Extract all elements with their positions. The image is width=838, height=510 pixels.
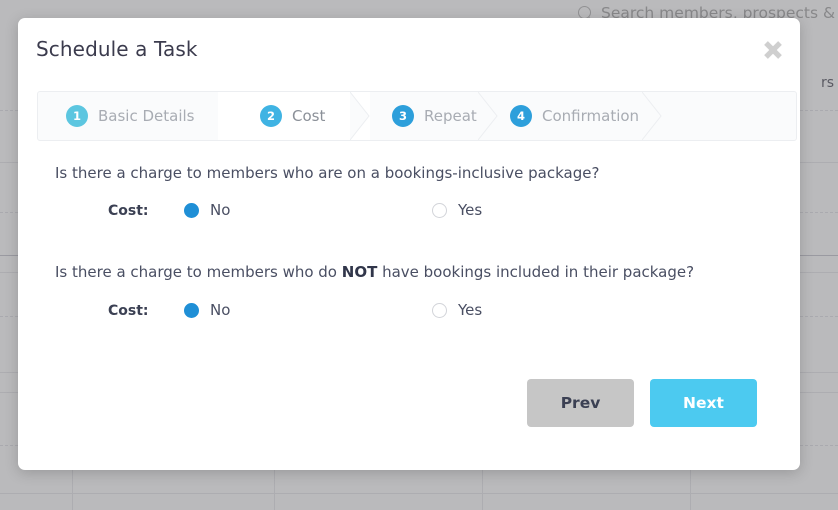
step-number-badge: 4 <box>510 105 532 127</box>
option-label: No <box>210 201 231 219</box>
radio-unselected-icon <box>432 202 447 218</box>
question-2-text-before: Is there a charge to members who do <box>55 263 342 281</box>
close-icon[interactable] <box>758 35 788 65</box>
wizard-step-repeat[interactable]: 3 Repeat <box>350 92 498 140</box>
question-1-text-before: Is there a charge to members who are on … <box>55 164 600 182</box>
question-2-option-yes[interactable]: Yes <box>432 301 482 319</box>
step-label: Repeat <box>424 107 477 125</box>
next-button[interactable]: Next <box>650 379 757 427</box>
question-1-option-no[interactable]: No <box>184 201 230 219</box>
question-1-cost-label: Cost: <box>108 203 149 219</box>
wizard-step-cost[interactable]: 2 Cost <box>218 92 370 140</box>
radio-unselected-icon <box>432 302 447 318</box>
question-2-option-no[interactable]: No <box>184 301 230 319</box>
step-label: Confirmation <box>542 107 640 125</box>
question-2-cost-label: Cost: <box>108 303 149 319</box>
question-2-text-after: have bookings included in their package? <box>377 263 695 281</box>
question-1-text: Is there a charge to members who are on … <box>55 164 599 182</box>
radio-selected-icon <box>184 202 199 218</box>
step-label: Basic Details <box>98 107 195 125</box>
question-1-cost-row: Cost: No Yes <box>18 201 778 227</box>
prev-button[interactable]: Prev <box>527 379 634 427</box>
schedule-task-modal: Schedule a Task 1 Basic Details 2 Cost 3… <box>18 18 800 470</box>
modal-title: Schedule a Task <box>36 37 198 61</box>
step-number-badge: 1 <box>66 105 88 127</box>
option-label: No <box>210 301 231 319</box>
question-2-cost-row: Cost: No Yes <box>18 301 778 327</box>
wizard-step-bar: 1 Basic Details 2 Cost 3 Repeat 4 Confir… <box>37 91 797 141</box>
option-label: Yes <box>458 201 483 219</box>
radio-selected-icon <box>184 302 199 318</box>
question-1-option-yes[interactable]: Yes <box>432 201 482 219</box>
step-number-badge: 3 <box>392 105 414 127</box>
question-2-text-bold: NOT <box>341 263 378 281</box>
step-number-badge: 2 <box>260 105 282 127</box>
wizard-step-confirmation[interactable]: 4 Confirmation <box>478 92 658 140</box>
question-2-text: Is there a charge to members who do NOT … <box>55 263 694 281</box>
option-label: Yes <box>458 301 483 319</box>
step-label: Cost <box>292 107 326 125</box>
wizard-step-basic-details[interactable]: 1 Basic Details <box>38 92 218 140</box>
